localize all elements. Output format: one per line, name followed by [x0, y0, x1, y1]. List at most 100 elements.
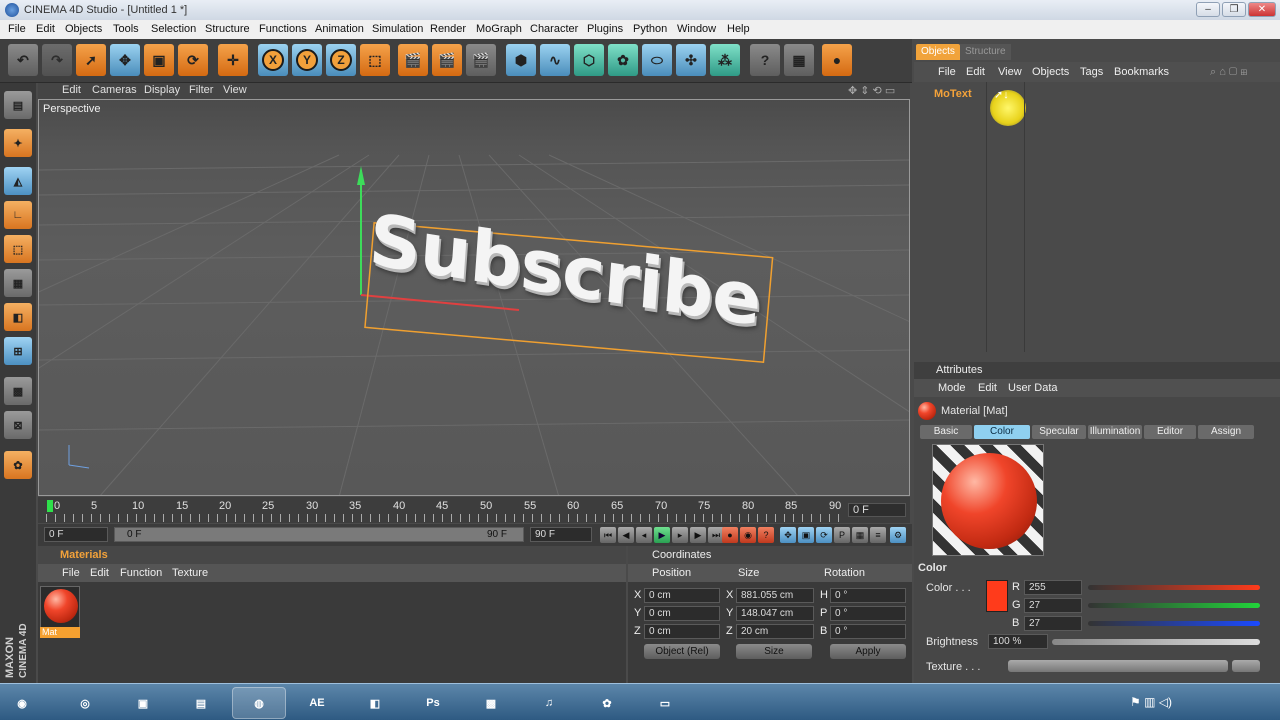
material-name[interactable]: Mat [40, 627, 80, 638]
paint-palette-icon[interactable]: ✿ [580, 687, 634, 719]
timeline-ruler[interactable]: 0 5 10 15 20 25 30 35 40 50 45 55 60 65 … [38, 497, 910, 523]
mat-menu-edit[interactable]: Edit [90, 567, 109, 579]
pla-key-icon[interactable]: ▦ [852, 527, 868, 543]
minecraft-icon[interactable]: ▩ [464, 687, 518, 719]
b-slider[interactable] [1088, 621, 1260, 626]
z-axis-lock-icon[interactable]: Z [326, 44, 356, 76]
maximize-button[interactable]: ❐ [1222, 2, 1246, 17]
points-mode-icon[interactable]: ◭ [4, 167, 32, 195]
cinema4d-icon[interactable]: ◍ [232, 687, 286, 719]
render-picture-viewer-icon[interactable]: 🎬 [432, 44, 462, 76]
tab-color[interactable]: Color [974, 425, 1030, 439]
current-frame-display[interactable]: 0 F [848, 503, 906, 517]
apply-button[interactable]: Apply [830, 644, 906, 659]
spline-icon[interactable]: ∿ [540, 44, 570, 76]
live-select-icon[interactable]: ➚ [76, 44, 106, 76]
menu-tools[interactable]: Tools [113, 23, 139, 35]
pos-z-field[interactable]: 0 cm [644, 624, 720, 639]
size-z-field[interactable]: 20 cm [736, 624, 814, 639]
next-key-icon[interactable]: ▶ [690, 527, 706, 543]
minimize-button[interactable]: – [1196, 2, 1220, 17]
play-icon[interactable]: ▶ [654, 527, 670, 543]
render-settings-icon[interactable]: 🎬 [466, 44, 496, 76]
keyframe-selection-icon[interactable]: ? [758, 527, 774, 543]
r-slider[interactable] [1088, 585, 1260, 590]
polygons-mode-icon[interactable]: ⬚ [4, 235, 32, 263]
object-item-motext[interactable]: MoText [934, 88, 972, 100]
terminal-icon[interactable]: ▣ [116, 687, 170, 719]
menu-help[interactable]: Help [727, 23, 750, 35]
timeline-menu-icon[interactable]: ≡ [870, 527, 886, 543]
menu-render[interactable]: Render [430, 23, 466, 35]
x-axis-lock-icon[interactable]: X [258, 44, 288, 76]
vp-menu-cameras[interactable]: Cameras [92, 84, 137, 96]
tab-structure[interactable]: Structure [960, 44, 1011, 60]
color-swatch[interactable] [986, 580, 1008, 612]
range-slider[interactable]: 0 F 90 F [114, 527, 524, 542]
menu-mograph[interactable]: MoGraph [476, 23, 522, 35]
obj-menu-edit[interactable]: Edit [966, 66, 985, 78]
pos-x-field[interactable]: 0 cm [644, 588, 720, 603]
menu-structure[interactable]: Structure [205, 23, 250, 35]
vp-menu-filter[interactable]: Filter [189, 84, 213, 96]
menu-window[interactable]: Window [677, 23, 716, 35]
obj-menu-bookmarks[interactable]: Bookmarks [1114, 66, 1169, 78]
texture-options-button[interactable] [1232, 660, 1260, 672]
step-back-icon[interactable]: ◂ [636, 527, 652, 543]
camera-icon[interactable]: ▦ [784, 44, 814, 76]
size-y-field[interactable]: 148.047 cm [736, 606, 814, 621]
start-frame-field[interactable]: 0 F [44, 527, 108, 542]
obj-search-icons[interactable]: ⌕ ⌂ ▢ ⊞ [1210, 66, 1247, 79]
edges-mode-icon[interactable]: ∟ [4, 201, 32, 229]
nurbs-icon[interactable]: ⬡ [574, 44, 604, 76]
record-icon[interactable]: ● [722, 527, 738, 543]
size-mode-dropdown[interactable]: Size [736, 644, 812, 659]
size-x-field[interactable]: 881.055 cm [736, 588, 814, 603]
playhead[interactable] [47, 500, 53, 512]
rotate-icon[interactable]: ⟳ [178, 44, 208, 76]
paint-icon[interactable]: ✿ [4, 451, 32, 479]
texture-mode-icon[interactable]: ◧ [4, 303, 32, 331]
snap-icon[interactable]: ⊠ [4, 411, 32, 439]
coord-mode-dropdown[interactable]: Object (Rel) [644, 644, 720, 659]
rot-h-field[interactable]: 0 ° [830, 588, 906, 603]
menu-objects[interactable]: Objects [65, 23, 102, 35]
g-slider[interactable] [1088, 603, 1260, 608]
obj-menu-objects[interactable]: Objects [1032, 66, 1069, 78]
environment-icon[interactable]: ⁂ [710, 44, 740, 76]
tab-basic[interactable]: Basic [920, 425, 972, 439]
model-mode-icon[interactable]: ▤ [4, 91, 32, 119]
deformer-icon[interactable]: ⬭ [642, 44, 672, 76]
texture-field[interactable] [1008, 660, 1228, 672]
redo-icon[interactable]: ↷ [42, 44, 72, 76]
tab-specular[interactable]: Specular [1032, 425, 1086, 439]
vp-menu-view[interactable]: View [223, 84, 247, 96]
r-field[interactable]: 255 [1024, 580, 1082, 595]
previous-key-icon[interactable]: ◀ [618, 527, 634, 543]
render-icon[interactable]: ● [822, 44, 852, 76]
vp-menu-edit[interactable]: Edit [62, 84, 81, 96]
y-axis-lock-icon[interactable]: Y [292, 44, 322, 76]
cube-icon[interactable]: ⬢ [506, 44, 536, 76]
attr-menu-mode[interactable]: Mode [938, 382, 966, 394]
pos-y-field[interactable]: 0 cm [644, 606, 720, 621]
attr-menu-edit[interactable]: Edit [978, 382, 997, 394]
param-key-icon[interactable]: P [834, 527, 850, 543]
autokey-icon[interactable]: ◉ [740, 527, 756, 543]
tab-assign[interactable]: Assign [1198, 425, 1254, 439]
grid-icon[interactable]: ▦ [4, 269, 32, 297]
mat-menu-file[interactable]: File [62, 567, 80, 579]
menu-python[interactable]: Python [633, 23, 667, 35]
step-forward-icon[interactable]: ▸ [672, 527, 688, 543]
menu-selection[interactable]: Selection [151, 23, 196, 35]
document-icon[interactable]: ▭ [638, 687, 692, 719]
tray-icons[interactable]: ⚑ ▥ ◁) [1130, 695, 1172, 709]
light-icon[interactable]: ? [750, 44, 780, 76]
menu-file[interactable]: File [8, 23, 26, 35]
coord-system-icon[interactable]: ⬚ [360, 44, 390, 76]
rot-b-field[interactable]: 0 ° [830, 624, 906, 639]
end-frame-field[interactable]: 90 F [530, 527, 592, 542]
rotation-key-icon[interactable]: ⟳ [816, 527, 832, 543]
menu-character[interactable]: Character [530, 23, 578, 35]
menu-edit[interactable]: Edit [36, 23, 55, 35]
